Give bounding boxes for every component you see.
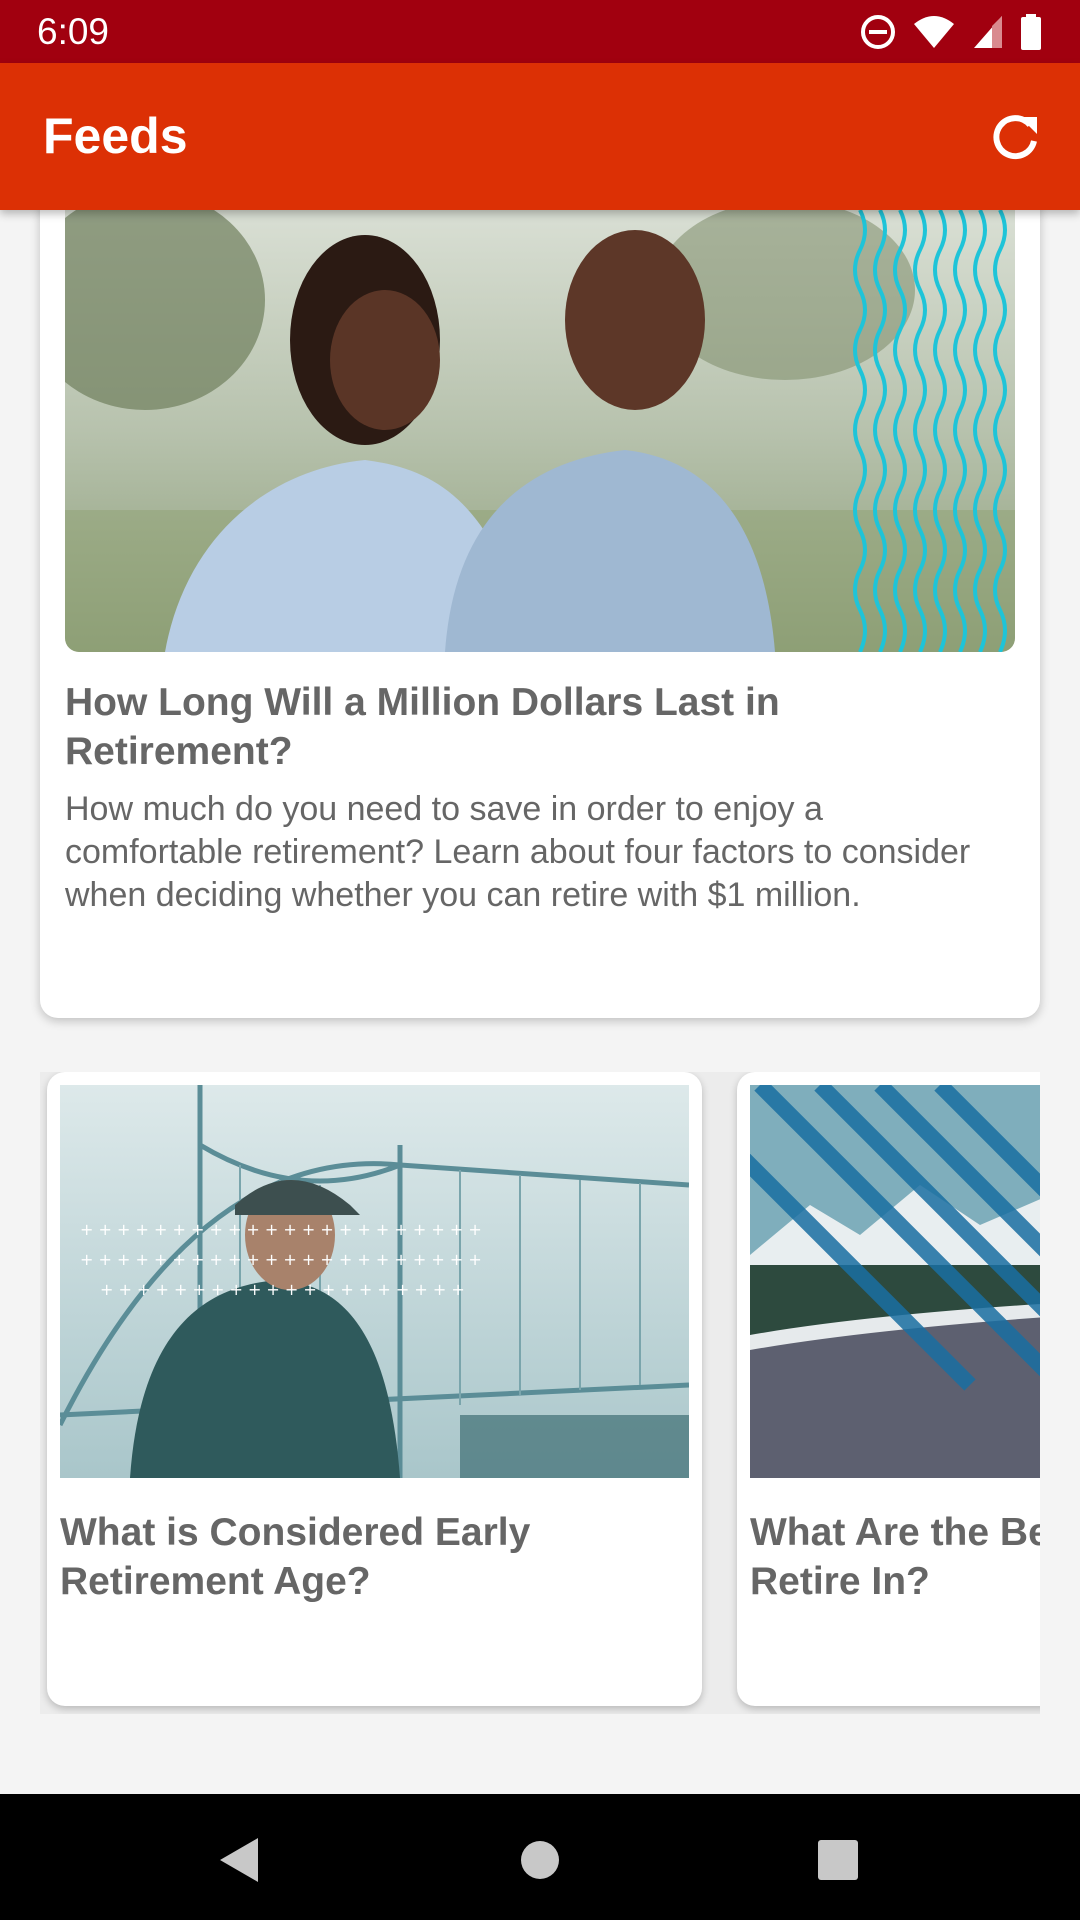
- svg-text:+ + + + + + + + + + + + + + +: + + + + + + + + + + + + + + + + + + + + …: [80, 1220, 482, 1239]
- back-icon: [220, 1838, 258, 1882]
- home-icon: [521, 1841, 559, 1879]
- carousel-title-line: Retirement Age?: [60, 1560, 371, 1603]
- carousel-article-title[interactable]: What is Considered Early Retirement Age?: [60, 1508, 680, 1606]
- carousel-article-image: + + + + + + + + + + + + + + + + + + + + …: [60, 1085, 689, 1478]
- carousel-article-image: [750, 1085, 1040, 1478]
- do-not-disturb-icon: [861, 15, 895, 49]
- carousel-title-line: What is Considered Early: [60, 1511, 531, 1554]
- wifi-icon: [914, 16, 954, 48]
- featured-article-card[interactable]: How Long Will a Million Dollars Last in …: [40, 210, 1040, 1018]
- article-carousel[interactable]: + + + + + + + + + + + + + + + + + + + + …: [40, 1072, 1040, 1714]
- status-bar: 6:09: [0, 0, 1080, 63]
- battery-icon: [1021, 14, 1041, 50]
- feed-list[interactable]: How Long Will a Million Dollars Last in …: [0, 210, 1080, 1794]
- svg-text:+ + + + + + + + + + + + + + +: + + + + + + + + + + + + + + + + + + + + …: [80, 1250, 482, 1269]
- cell-signal-icon: [974, 16, 1002, 48]
- carousel-article-card[interactable]: + + + + + + + + + + + + + + + + + + + + …: [47, 1072, 702, 1706]
- recents-icon: [818, 1840, 858, 1880]
- recents-button[interactable]: [810, 1832, 866, 1888]
- carousel-article-title[interactable]: What Are the Be Retire In?: [750, 1508, 1040, 1606]
- refresh-icon: [993, 115, 1037, 160]
- app-bar: Feeds: [0, 63, 1080, 210]
- home-button[interactable]: [512, 1832, 568, 1888]
- status-icons: [860, 12, 1042, 52]
- featured-article-title[interactable]: How Long Will a Million Dollars Last in …: [65, 678, 1005, 776]
- featured-article-description: How much do you need to save in order to…: [65, 790, 971, 914]
- svg-text:+ + + + + + + + + + + + + + +: + + + + + + + + + + + + + + + + + + + +: [100, 1280, 465, 1299]
- bridge-photo: + + + + + + + + + + + + + + + + + + + + …: [60, 1085, 689, 1478]
- status-time: 6:09: [37, 11, 110, 52]
- featured-article-image: [65, 210, 1015, 652]
- carousel-title-line: Retire In?: [750, 1560, 930, 1603]
- carousel-title-line: What Are the Be: [750, 1511, 1040, 1554]
- system-nav-bar: [0, 1794, 1080, 1920]
- couple-photo: [65, 210, 1015, 652]
- mountain-road-photo: [750, 1085, 1040, 1478]
- page-title: Feeds: [43, 108, 188, 164]
- back-button[interactable]: [210, 1832, 266, 1888]
- carousel-article-card[interactable]: What Are the Be Retire In?: [737, 1072, 1040, 1706]
- refresh-button[interactable]: [990, 111, 1042, 163]
